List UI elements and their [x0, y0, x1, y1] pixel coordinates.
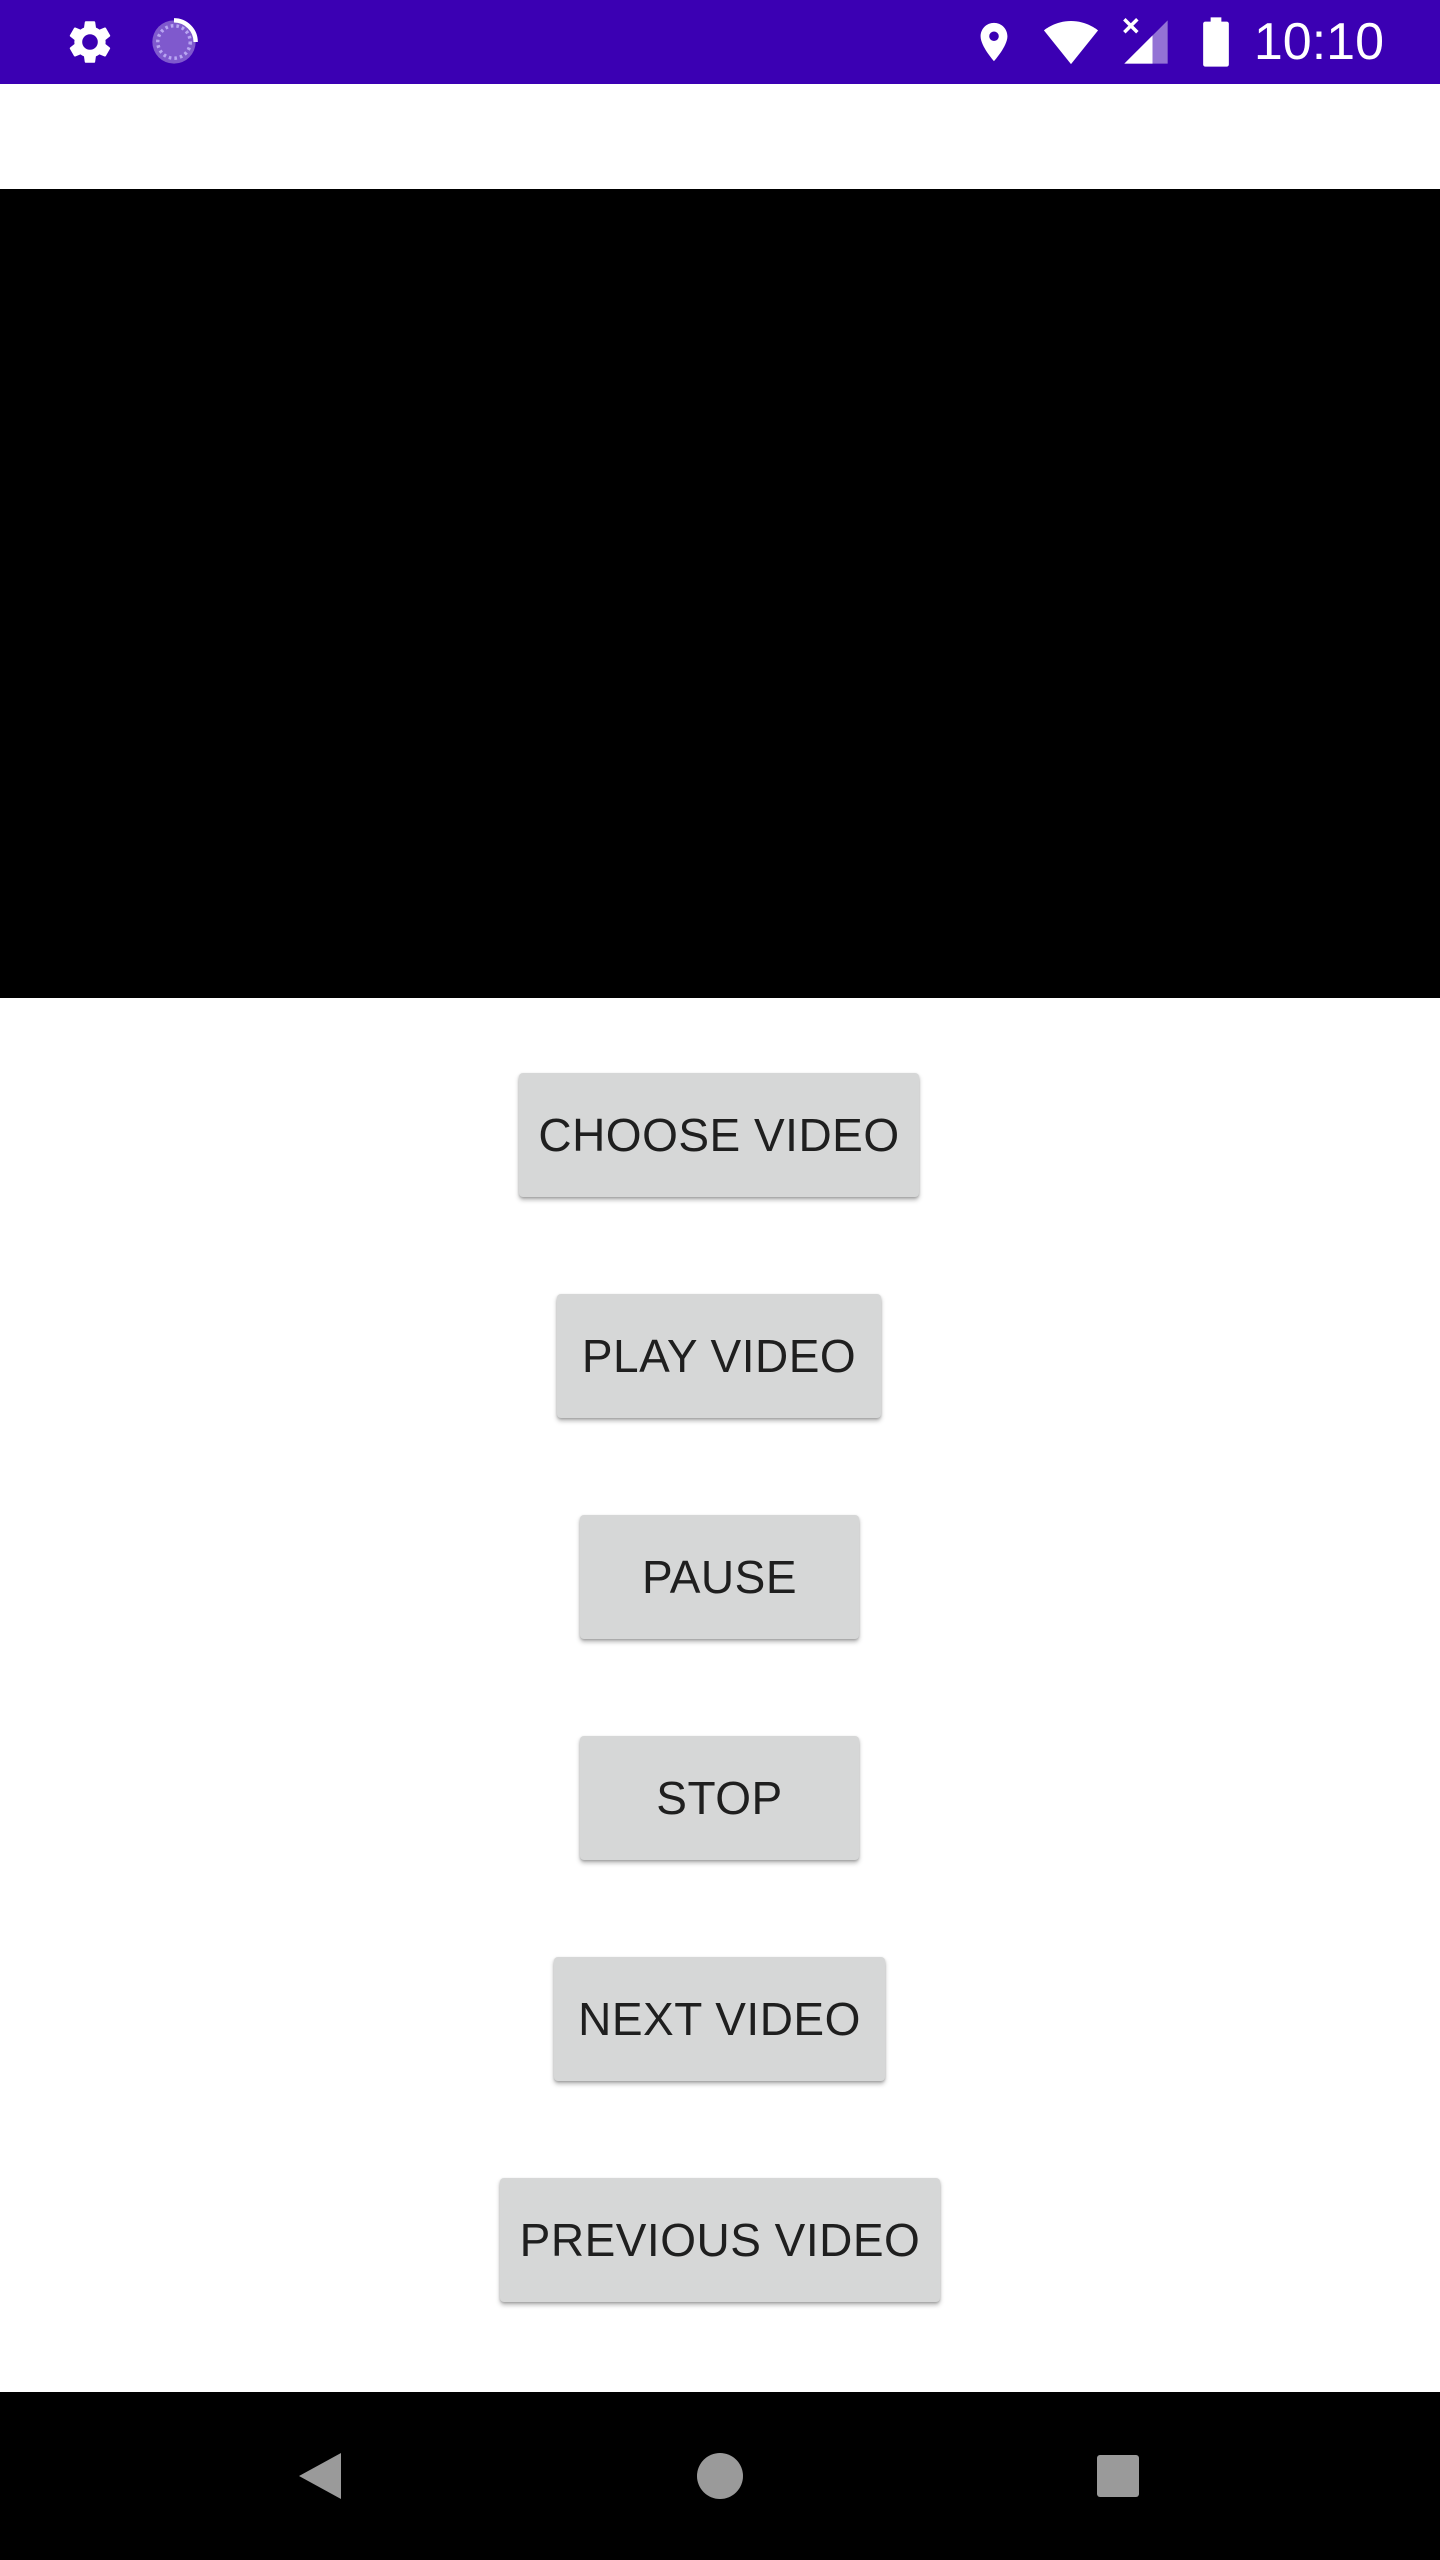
choose-video-button[interactable]: CHOOSE VIDEO	[519, 1073, 919, 1197]
stop-button[interactable]: STOP	[580, 1736, 859, 1860]
next-video-button[interactable]: NEXT VIDEO	[554, 1957, 885, 2081]
location-icon	[966, 0, 1022, 84]
recents-icon[interactable]	[1058, 2392, 1178, 2560]
wifi-icon	[1036, 0, 1106, 84]
previous-video-button[interactable]: PREVIOUS VIDEO	[500, 2178, 940, 2302]
battery-icon	[1196, 0, 1236, 84]
signal-icon	[1118, 0, 1174, 84]
video-view[interactable]	[0, 189, 1440, 998]
screen: 10:10 CHOOSE VIDEO PLAY VIDEO PAUSE STOP…	[0, 0, 1440, 2560]
status-time: 10:10	[1253, 13, 1384, 71]
status-bar: 10:10	[0, 0, 1440, 84]
pause-button[interactable]: PAUSE	[580, 1515, 859, 1639]
gear-icon	[62, 0, 118, 84]
sync-icon	[146, 0, 202, 84]
home-icon[interactable]	[660, 2392, 780, 2560]
play-video-button[interactable]: PLAY VIDEO	[557, 1294, 881, 1418]
back-icon[interactable]	[260, 2392, 380, 2560]
navigation-bar	[0, 2392, 1440, 2560]
